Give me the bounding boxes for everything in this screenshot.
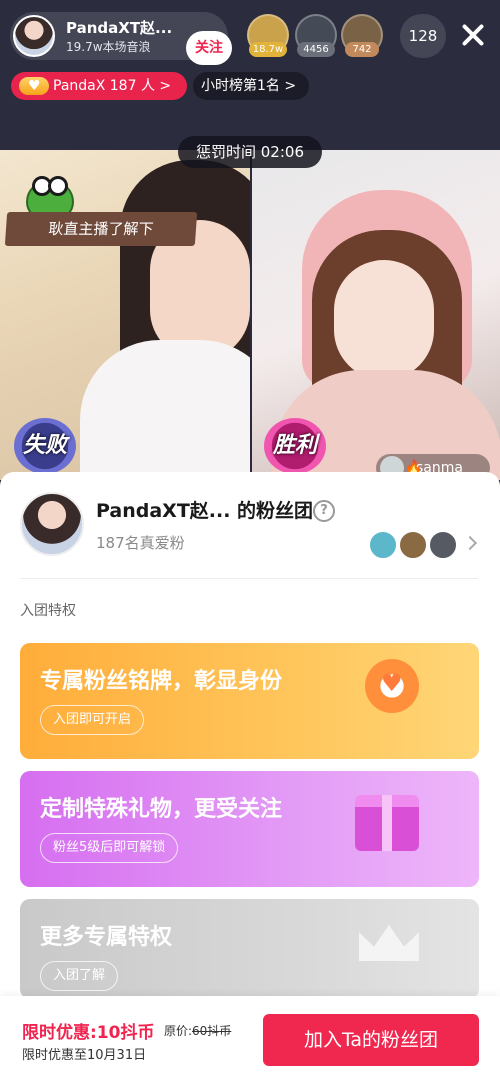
join-fans-club-button[interactable]: 加入Ta的粉丝团 — [263, 1014, 479, 1066]
offer-price: 限时优惠:10抖币 — [22, 1023, 155, 1043]
member-avatar-2[interactable] — [398, 530, 428, 560]
original-price: 60抖币 — [192, 1024, 232, 1038]
member-avatar-1[interactable] — [368, 530, 398, 560]
viewer-count[interactable]: 128 — [400, 14, 446, 58]
original-price-label: 原价: — [164, 1024, 193, 1038]
privilege-tag: 入团了解 — [40, 961, 119, 991]
privilege-title: 定制特殊礼物，更受关注 — [40, 797, 283, 822]
fans-club-label: PandaX 187 人 > — [53, 78, 172, 94]
follow-button[interactable]: 关注 — [186, 31, 232, 65]
purchase-bar: 限时优惠:10抖币 原价: 60抖币 限时优惠至10月31日 加入Ta的粉丝团 — [0, 996, 500, 1084]
fans-heart-icon — [19, 72, 49, 100]
hourly-rank-pill[interactable]: 小时榜第1名 > — [193, 72, 309, 100]
top-viewer-badge-1: 18.7w — [249, 42, 287, 57]
fans-club-title: PandaXT赵... 的粉丝团 — [96, 500, 314, 522]
live-header: PandaXT赵... 19.7w本场音浪 关注 18.7w 4456 742 … — [0, 0, 500, 150]
host-name: PandaXT赵... — [66, 19, 173, 37]
host-info-pill[interactable]: PandaXT赵... 19.7w本场音浪 关注 — [10, 12, 232, 65]
privilege-card-badge[interactable]: 专属粉丝铭牌，彰显身份 入团即可开启 — [20, 643, 479, 759]
privilege-title: 专属粉丝铭牌，彰显身份 — [40, 669, 283, 694]
fans-club-pill[interactable]: PandaX 187 人 > — [11, 72, 187, 100]
member-avatar-3[interactable] — [428, 530, 458, 560]
offer-deadline: 限时优惠至10月31日 — [22, 1048, 147, 1063]
fans-club-sheet: PandaXT赵... 的粉丝团 ? 187名真爱粉 入团特权 专属粉丝铭牌，彰… — [0, 472, 500, 1084]
privilege-tag: 入团即可开启 — [40, 705, 145, 735]
crown-icon — [359, 925, 419, 961]
privilege-title: 更多专属特权 — [40, 925, 173, 950]
lose-badge: 失败 — [14, 418, 76, 474]
chevron-right-icon[interactable] — [462, 535, 478, 551]
medal-icon — [365, 659, 419, 713]
streamer-right-face — [334, 260, 434, 380]
streamer-left-body — [80, 340, 250, 480]
privileges-label: 入团特权 — [20, 603, 76, 619]
sheet-host-avatar[interactable] — [20, 492, 84, 556]
host-avatar[interactable] — [13, 15, 55, 57]
top-viewer-badge-2: 4456 — [297, 42, 335, 57]
host-sound-wave: 19.7w本场音浪 — [66, 40, 151, 54]
divider — [20, 578, 478, 579]
privilege-card-more[interactable]: 更多专属特权 入团了解 — [20, 899, 479, 999]
gift-icon — [355, 795, 419, 851]
punishment-timer: 惩罚时间 02:06 — [178, 136, 322, 168]
win-badge: 胜利 — [264, 418, 326, 474]
top-viewer-badge-3: 742 — [345, 42, 379, 57]
wood-sign-sticker: 耿直主播了解下 — [4, 212, 198, 246]
privilege-tag: 粉丝5级后即可解锁 — [40, 833, 179, 863]
close-icon[interactable] — [458, 20, 488, 50]
fans-count: 187名真爱粉 — [96, 534, 185, 552]
help-icon[interactable]: ? — [313, 500, 335, 522]
privilege-card-gift[interactable]: 定制特殊礼物，更受关注 粉丝5级后即可解锁 — [20, 771, 479, 887]
